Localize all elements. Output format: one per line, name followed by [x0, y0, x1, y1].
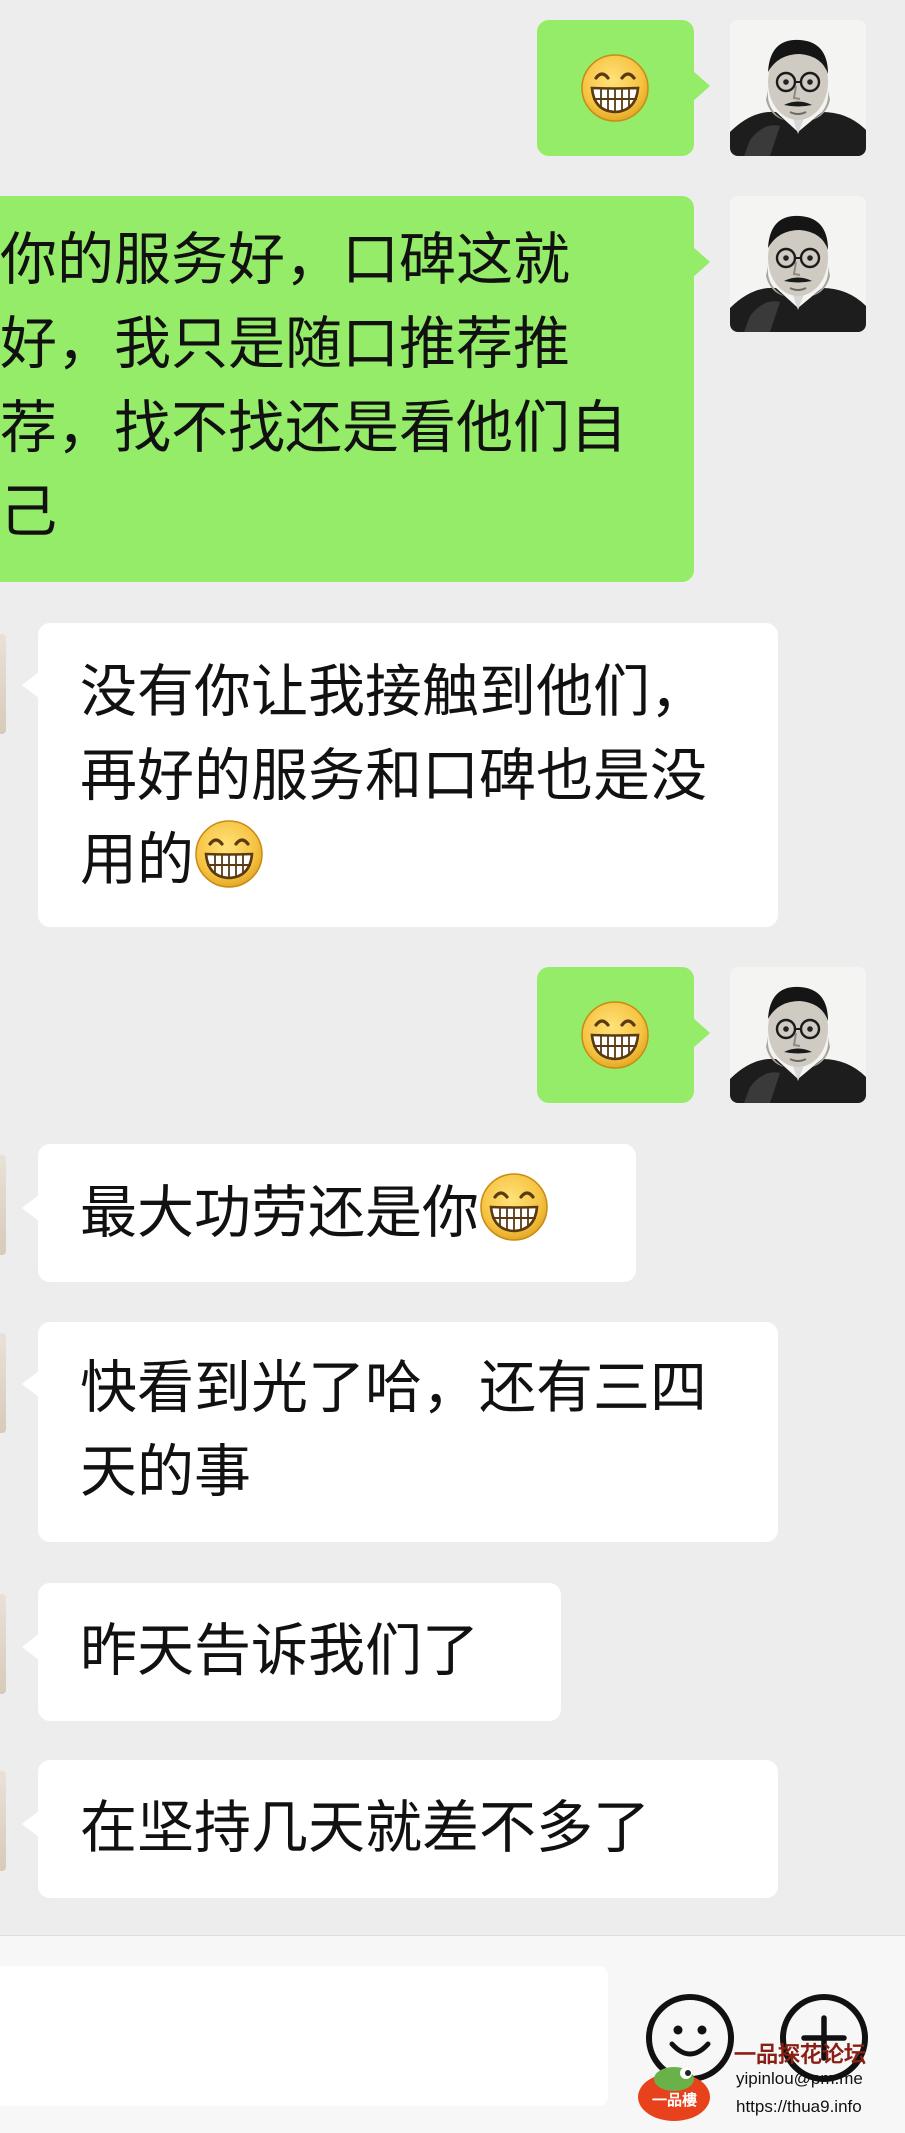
avatar[interactable] [0, 634, 6, 734]
bubble-tail [22, 1370, 40, 1398]
bubble-tail [692, 70, 710, 102]
message-bubble-sent[interactable] [537, 967, 710, 1103]
bubble-tail [22, 1194, 40, 1222]
message-text: 没有你让我接触到他们，再好的服务和口碑也是没用的 [80, 659, 707, 893]
avatar[interactable] [730, 196, 866, 332]
chat-area[interactable]: 你的服务好，口碑这就好，我只是随口推荐推荐，找不找还是看他们自己 没有你让我接触… [0, 0, 905, 1935]
message-input[interactable] [0, 1966, 608, 2106]
watermark-logo-text: 一品樓 [652, 2091, 698, 2109]
bubble-tail [692, 1017, 710, 1049]
message-bubble-received[interactable]: 最大功劳还是你 [22, 1144, 636, 1282]
message-bubble-sent[interactable] [537, 20, 710, 156]
grinning-face-emoji [194, 819, 264, 889]
message-content: 没有你让我接触到他们，再好的服务和口碑也是没用的 [80, 650, 738, 902]
message-text: 快看到光了哈，还有三四天的事 [80, 1355, 707, 1505]
message-bubble-received[interactable]: 快看到光了哈，还有三四天的事 [22, 1322, 778, 1542]
avatar[interactable] [0, 1594, 6, 1694]
message-text: 昨天告诉我们了 [80, 1618, 479, 1684]
message-bubble-received[interactable]: 昨天告诉我们了 [22, 1583, 561, 1721]
grinning-face-emoji [580, 53, 650, 123]
avatar[interactable] [0, 1333, 6, 1433]
grinning-face-emoji [479, 1172, 549, 1242]
watermark-url: https://thua9.info [736, 2097, 862, 2116]
message-bubble-sent[interactable]: 你的服务好，口碑这就好，我只是随口推荐推荐，找不找还是看他们自己 [0, 196, 710, 582]
bubble-tail [22, 671, 40, 699]
message-bubble-received[interactable]: 没有你让我接触到他们，再好的服务和口碑也是没用的 [22, 623, 778, 927]
watermark: 一品樓 一品探花论坛 yipinlou@pm.me https://thua9.… [632, 2035, 902, 2130]
avatar[interactable] [0, 1771, 6, 1871]
watermark-title: 一品探花论坛 [734, 2043, 867, 2068]
avatar[interactable] [730, 20, 866, 156]
avatar[interactable] [730, 967, 866, 1103]
grinning-face-emoji [580, 1000, 650, 1070]
message-bubble-received[interactable]: 在坚持几天就差不多了 [22, 1760, 778, 1898]
avatar[interactable] [0, 1155, 6, 1255]
message-text: 在坚持几天就差不多了 [80, 1795, 650, 1861]
bubble-tail [22, 1810, 40, 1838]
bubble-tail [692, 246, 710, 278]
watermark-email: yipinlou@pm.me [736, 2069, 863, 2088]
message-content: 最大功劳还是你 [80, 1171, 616, 1255]
bubble-tail [22, 1633, 40, 1661]
message-text: 最大功劳还是你 [80, 1180, 479, 1246]
message-text: 你的服务好，口碑这就好，我只是随口推荐推荐，找不找还是看他们自己 [0, 227, 627, 545]
